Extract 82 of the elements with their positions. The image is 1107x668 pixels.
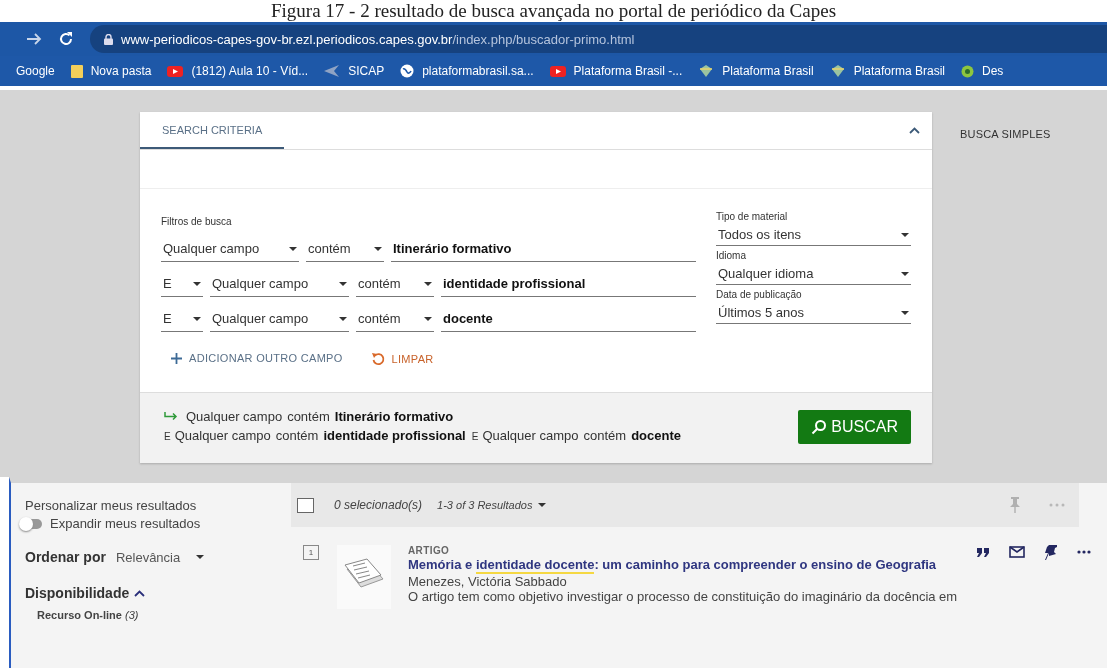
bookmark[interactable]: SICAP (324, 64, 385, 78)
collapse-chevron-icon[interactable] (909, 127, 920, 134)
pin-icon[interactable] (1045, 544, 1058, 560)
lock-icon (104, 33, 113, 45)
option-dropdown[interactable]: Todos os itens (716, 224, 911, 246)
condition-dropdown[interactable]: contém (356, 306, 434, 332)
search-button[interactable]: BUSCAR (798, 409, 911, 444)
condition-dropdown[interactable]: contém (306, 236, 384, 262)
result-abstract: O artigo tem como objetivo investigar o processo de constituição do imaginário da docência em (408, 589, 958, 604)
chevron-icon (134, 589, 146, 597)
gem-icon (698, 65, 715, 77)
query-operator: E (471, 431, 479, 442)
sort-label: Ordenar por (25, 549, 106, 565)
undo-icon (370, 352, 385, 366)
reload-icon[interactable] (58, 31, 74, 47)
search-criteria-tab[interactable]: SEARCH CRITERIA (140, 112, 285, 149)
simple-search-link[interactable]: BUSCA SIMPLES (960, 128, 1051, 463)
search-term-field[interactable]: docente (441, 306, 696, 332)
field-dropdown[interactable]: Qualquer campo (161, 236, 299, 262)
quote-icon[interactable] (977, 547, 990, 557)
bookmark[interactable]: Google (16, 64, 55, 78)
select-all-checkbox[interactable] (297, 497, 314, 513)
result-author: Menezes, Victória Sabbado (408, 574, 568, 589)
query-condition: contém (275, 428, 319, 443)
add-field-button[interactable]: ADICIONAR OUTRO CAMPO (171, 352, 343, 364)
folder-icon (70, 64, 83, 78)
more-icon[interactable] (1077, 550, 1092, 554)
expand-label: Expandir meus resultados (50, 516, 201, 531)
option-label: Tipo de material (716, 211, 789, 222)
query-field: Qualquer campo (482, 428, 579, 443)
bookmark[interactable]: Nova pasta (70, 64, 152, 78)
search-term-field[interactable]: identidade profissional (441, 271, 696, 297)
query-operator: E (164, 431, 171, 442)
facet-item[interactable]: Recurso On-line (3) (37, 609, 291, 621)
play-icon (549, 65, 566, 77)
query-term: docente (631, 428, 681, 443)
forward-arrow-icon[interactable] (26, 32, 42, 46)
expand-toggle[interactable] (20, 518, 42, 529)
bookmark[interactable]: Plataforma Brasil (698, 64, 814, 78)
search-term-field[interactable]: Itinerário formativo (391, 236, 696, 262)
mail-icon[interactable] (1009, 546, 1026, 558)
bookmark[interactable]: (1812) Aula 10 - Víd... (167, 64, 309, 78)
bookmark[interactable]: plataformabrasil.sa... (400, 64, 534, 78)
selected-count: 0 selecionado(s) (334, 498, 423, 512)
query-term: Itinerário formativo (334, 409, 454, 424)
condition-dropdown[interactable]: contém (356, 271, 434, 297)
bookmark[interactable]: Des (961, 64, 1004, 78)
plus-icon (171, 352, 182, 364)
option-label: Idioma (716, 250, 747, 261)
bookmark[interactable]: Plataforma Brasil (829, 64, 945, 78)
personalize-label: Personalizar meus resultados (25, 498, 198, 513)
figure-caption: Figura 17 - 2 resultado de busca avançada no portal de periódico da Capes (270, 0, 837, 22)
gem-icon (829, 65, 846, 77)
query-field: Qualquer campo (174, 428, 271, 443)
arrows-icon (324, 65, 341, 77)
result-number: 1 (303, 545, 319, 560)
document-icon (337, 545, 391, 609)
search-icon (811, 418, 828, 435)
play-icon (167, 65, 184, 77)
field-dropdown[interactable]: Qualquer campo (210, 306, 349, 332)
query-condition: contém (583, 428, 627, 443)
option-dropdown[interactable]: Últimos 5 anos (716, 302, 911, 324)
result-type: ARTIGO (408, 545, 451, 556)
query-term: identidade profissional (323, 428, 466, 443)
clear-button[interactable]: LIMPAR (370, 352, 434, 366)
operator-dropdown[interactable]: E (161, 306, 203, 332)
query-condition: contém (287, 409, 330, 424)
field-dropdown[interactable]: Qualquer campo (210, 271, 349, 297)
globe-icon (400, 64, 415, 78)
operator-dropdown[interactable]: E (161, 271, 203, 297)
query-field: Qualquer campo (186, 409, 283, 424)
address-bar[interactable]: www-periodicos-capes-gov-br.ezl.periodicos.capes.gov.br/index.php/buscador-primo.html (90, 25, 1107, 53)
option-dropdown[interactable]: Qualquer idioma (716, 263, 911, 285)
sort-dropdown[interactable]: Relevância (115, 549, 205, 565)
result-title[interactable]: Memória e identidade docente: um caminho para compreender o ensino de Geografia (408, 556, 958, 574)
availability-header[interactable]: Disponibilidade (25, 585, 291, 601)
results-range-dropdown[interactable]: 1-3 of 3 Resultados (437, 499, 547, 511)
option-label: Data de publicação (716, 289, 803, 300)
ball-icon (961, 64, 974, 78)
filters-label: Filtros de busca (161, 216, 233, 227)
query-arrow-icon (164, 412, 178, 421)
bookmark[interactable]: Plataforma Brasil -... (549, 64, 683, 78)
